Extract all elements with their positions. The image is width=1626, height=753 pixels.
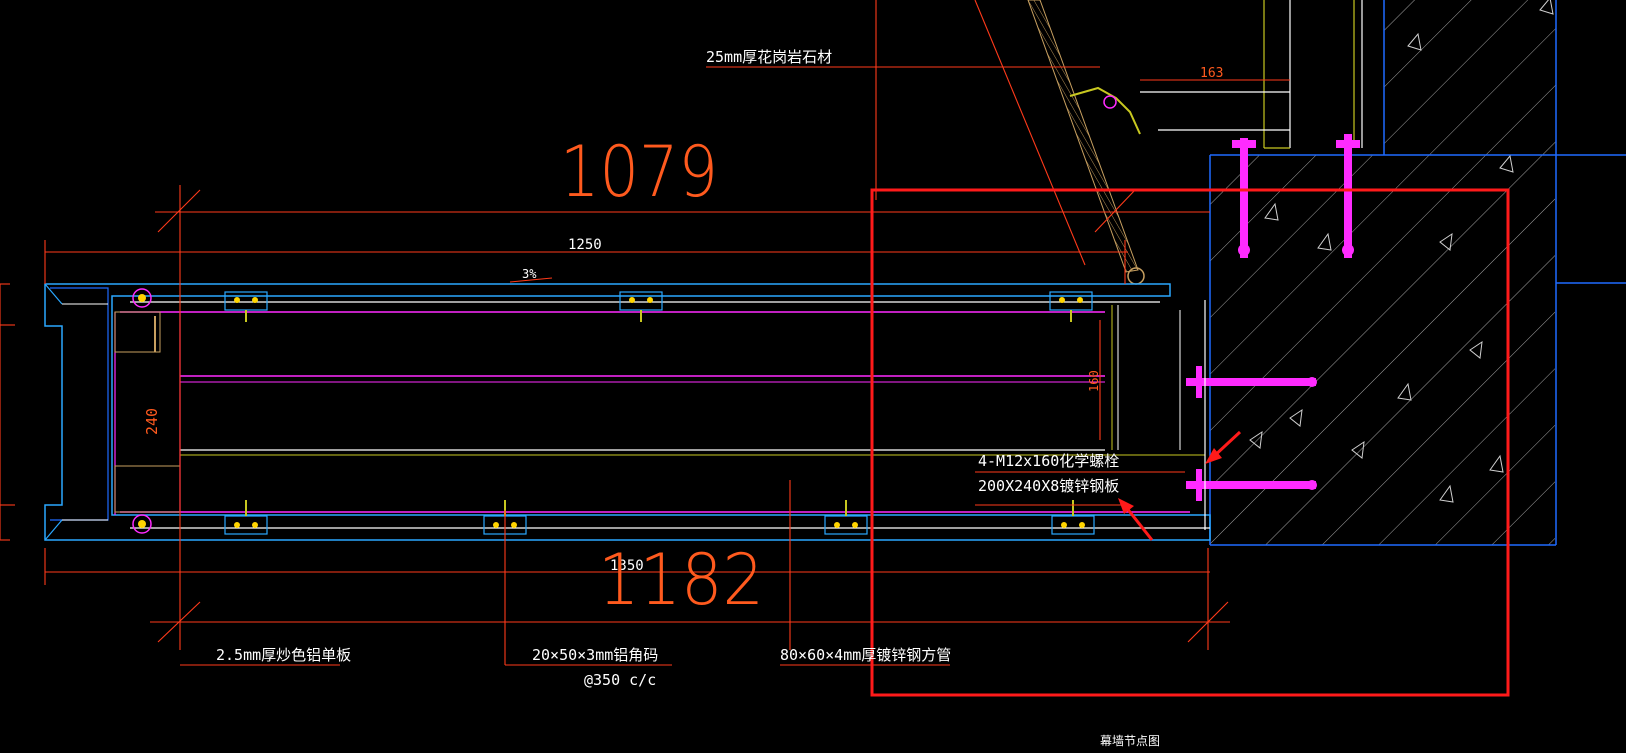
label-big-1182: 1182	[598, 539, 764, 621]
label-dim-1250: 1250	[568, 237, 602, 253]
canopy-beam	[44, 283, 1211, 541]
label-dim-160: 160	[1087, 370, 1101, 392]
label-dim-163: 163	[1200, 66, 1223, 81]
label-stone: 25mm厚花岗岩石材	[706, 48, 832, 66]
label-dim-240: 240	[143, 408, 161, 435]
label-aluminum-panel: 2.5mm厚炒色铝单板	[216, 646, 351, 664]
label-slope: 3%	[522, 267, 537, 281]
label-tube: 80×60×4mm厚镀锌钢方管	[780, 646, 951, 664]
label-angle: 20×50×3mm铝角码	[532, 646, 658, 664]
label-big-1079: 1079	[560, 131, 718, 213]
label-plate: 200X240X8镀锌钢板	[978, 477, 1119, 495]
label-spacing: @350 c/c	[584, 671, 656, 689]
sloped-stone-panel	[1027, 0, 1145, 285]
drawing-title: 幕墙节点图	[1100, 734, 1160, 748]
concrete-wall	[1209, 0, 1626, 546]
upper-frame	[1140, 0, 1363, 149]
cad-drawing-canvas: 25mm厚花岗岩石材 163 1079 1250 3% 240 160 4-M1…	[0, 0, 1626, 748]
bottom-brackets	[224, 500, 1095, 535]
label-bolt: 4-M12x160化学螺栓	[978, 452, 1119, 470]
